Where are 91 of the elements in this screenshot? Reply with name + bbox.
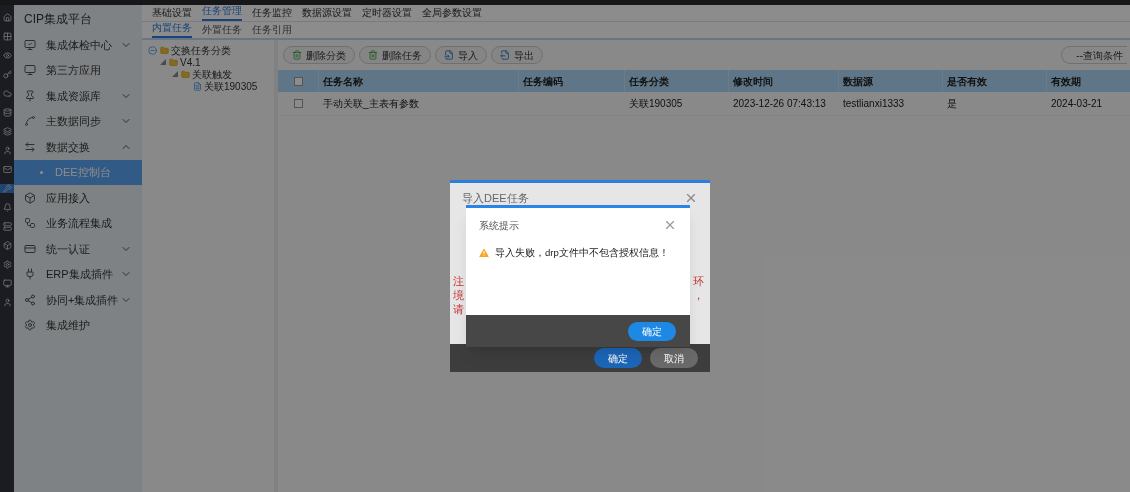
menu-item[interactable]: 协同+集成插件 (14, 287, 142, 313)
alert-message: 导入失败，drp文件中不包含授权信息！ (495, 246, 669, 260)
file-icon (193, 81, 202, 91)
app-title: CIP集成平台 (23, 10, 93, 28)
table-cell: 关联190305 (629, 98, 683, 109)
rail-icon[interactable] (2, 298, 12, 307)
column-header: 修改时间 (733, 74, 773, 89)
top-tab[interactable]: 数据源设置 (302, 7, 352, 21)
rail-icon[interactable] (2, 89, 12, 98)
menu-item[interactable]: 应用接入 (14, 185, 142, 211)
menu-item[interactable]: 统一认证 (14, 236, 142, 262)
rail-icon[interactable] (2, 203, 12, 212)
top-tab[interactable]: 基础设置 (152, 7, 192, 21)
monitor-check-icon (24, 38, 36, 51)
expanded-arrow-icon[interactable] (160, 59, 166, 65)
close-icon[interactable] (663, 218, 677, 232)
toolbar-button[interactable]: 导入 (435, 46, 487, 64)
toolbar-button[interactable]: 导出 (491, 46, 543, 64)
collapse-icon[interactable] (148, 45, 157, 55)
flow-icon (24, 217, 36, 230)
menu-item[interactable]: 数据交换 (14, 134, 142, 160)
monitor-icon (24, 64, 36, 77)
import-icon (444, 50, 454, 60)
plug-icon (24, 268, 36, 281)
sub-tab[interactable]: 任务引用 (252, 24, 292, 38)
checkbox[interactable] (293, 99, 303, 108)
folder-icon (160, 45, 169, 55)
warning-note: 境 (453, 288, 464, 302)
checkbox[interactable] (293, 76, 303, 86)
sub-tab[interactable]: 外置任务 (202, 24, 242, 38)
trash-icon (292, 50, 302, 60)
cancel-button[interactable]: 取消 (650, 348, 698, 368)
table-cell: 手动关联_主表有参数 (323, 98, 419, 109)
menu-item[interactable]: 主数据同步 (14, 108, 142, 134)
top-tab[interactable]: 任务监控 (252, 7, 292, 21)
warning-note: 环 (693, 274, 704, 288)
rail-icon[interactable] (2, 70, 12, 79)
dialog-title: 导入DEE任务 (462, 190, 529, 206)
sub-tab[interactable]: 内置任务 (152, 22, 192, 38)
top-tab[interactable]: 定时器设置 (362, 7, 412, 21)
rail-icon[interactable] (2, 260, 12, 269)
top-tab[interactable]: 全局参数设置 (422, 7, 482, 21)
dialog-title: 系统提示 (479, 218, 519, 233)
toolbar-button[interactable]: 删除任务 (359, 46, 431, 64)
table-cell: 是 (947, 98, 957, 109)
expanded-arrow-icon[interactable] (172, 71, 178, 77)
table-cell: testlianxi1333 (843, 98, 905, 109)
rail-icon[interactable] (2, 184, 12, 193)
rail-icon[interactable] (2, 32, 12, 41)
rail-icon[interactable] (2, 127, 12, 136)
warning-note: 注 (453, 274, 464, 288)
column-header: 数据源 (843, 74, 873, 89)
column-header: 有效期 (1051, 74, 1081, 89)
table-cell: 2023-12-26 07:43:13 (733, 98, 826, 109)
column-header: 是否有效 (947, 74, 987, 89)
menu-item[interactable]: ERP集成插件 (14, 261, 142, 287)
close-icon[interactable] (684, 191, 698, 205)
table-cell: 2024-03-21 (1051, 98, 1103, 109)
folder-icon (181, 69, 190, 79)
confirm-button[interactable]: 确定 (628, 321, 676, 341)
rail-icon[interactable] (2, 146, 12, 155)
warning-note: 请 (453, 302, 464, 316)
export-icon (500, 50, 510, 60)
rail-icon[interactable] (2, 108, 12, 117)
menu-item[interactable]: 业务流程集成 (14, 210, 142, 236)
confirm-button[interactable]: 确定 (594, 348, 642, 368)
column-header: 任务分类 (629, 74, 669, 89)
bullet-icon (40, 170, 43, 174)
folder-icon (169, 57, 178, 67)
share-icon (24, 293, 36, 306)
menu-item[interactable]: 集成维护 (14, 312, 142, 338)
column-header: 任务名称 (323, 74, 363, 89)
column-header: 任务编码 (523, 74, 563, 89)
rail-icon[interactable] (2, 13, 12, 22)
rail-icon[interactable] (2, 279, 12, 288)
exchange-icon (24, 140, 36, 153)
settings-icon (24, 319, 36, 332)
pin-icon (24, 89, 36, 102)
card-icon (24, 242, 36, 255)
menu-item[interactable]: 集成资源库 (14, 83, 142, 109)
query-button[interactable]: --查询条件 (1061, 46, 1127, 64)
menu-item[interactable]: 集成体检中心 (14, 32, 142, 58)
cube-icon (24, 191, 36, 204)
rail-icon[interactable] (2, 241, 12, 250)
toolbar-button[interactable]: 删除分类 (283, 46, 355, 64)
rail-icon[interactable] (2, 165, 12, 174)
rail-icon[interactable] (2, 222, 12, 231)
trash-icon (368, 50, 378, 60)
warning-note: ， (693, 288, 704, 302)
rail-icon[interactable] (2, 51, 12, 60)
warning-icon (478, 247, 490, 260)
